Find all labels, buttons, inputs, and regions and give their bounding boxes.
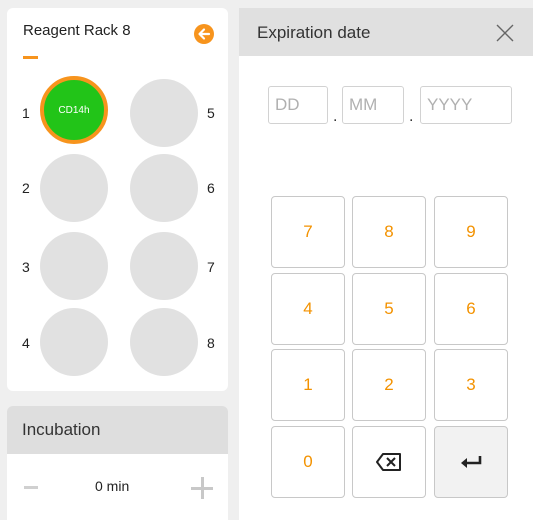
position-number-6: 6: [207, 180, 215, 196]
close-icon[interactable]: [495, 23, 515, 43]
date-separator: .: [409, 108, 414, 125]
key-7[interactable]: 7: [271, 196, 345, 268]
date-separator: .: [333, 108, 338, 125]
position-number-1: 1: [22, 105, 30, 121]
rack-slot-1[interactable]: CD14h: [40, 76, 108, 144]
rack-title: Reagent Rack 8: [23, 22, 131, 39]
enter-icon: [461, 456, 482, 468]
incubation-header: Incubation: [7, 406, 228, 454]
position-number-4: 4: [22, 335, 30, 351]
key-5[interactable]: 5: [352, 273, 426, 345]
position-number-5: 5: [207, 105, 215, 121]
incubation-value: 0 min: [95, 478, 130, 494]
decrease-button[interactable]: [24, 486, 38, 489]
enter-key[interactable]: [434, 426, 508, 498]
key-9[interactable]: 9: [434, 196, 508, 268]
key-2[interactable]: 2: [352, 349, 426, 421]
key-6[interactable]: 6: [434, 273, 508, 345]
day-field[interactable]: DD: [268, 86, 328, 124]
backspace-icon: [376, 453, 401, 471]
slot-reagent-label: CD14h: [58, 104, 90, 116]
back-button[interactable]: [194, 24, 214, 44]
rack-slot-2[interactable]: [40, 154, 108, 222]
plus-icon-vertical: [201, 477, 204, 499]
backspace-key[interactable]: [352, 426, 426, 498]
expiration-date-dialog: Expiration date DD . MM . YYYY 7 8 9 4 5…: [239, 8, 533, 520]
dialog-header: Expiration date: [239, 8, 533, 56]
arrow-left-icon: [198, 28, 211, 40]
rack-slot-7[interactable]: [130, 232, 198, 300]
rack-slot-4[interactable]: [40, 308, 108, 376]
position-number-8: 8: [207, 335, 215, 351]
key-3[interactable]: 3: [434, 349, 508, 421]
key-4[interactable]: 4: [271, 273, 345, 345]
rack-slot-3[interactable]: [40, 232, 108, 300]
reagent-rack-panel: Reagent Rack 8 1 CD14h 2 3 4 5 6 7 8: [7, 8, 228, 391]
active-tab-indicator: [23, 56, 38, 59]
position-number-2: 2: [22, 180, 30, 196]
rack-slot-5[interactable]: [130, 79, 198, 147]
incubation-controls: 0 min: [7, 454, 228, 520]
rack-slot-8[interactable]: [130, 308, 198, 376]
dialog-title: Expiration date: [257, 23, 371, 42]
key-8[interactable]: 8: [352, 196, 426, 268]
month-field[interactable]: MM: [342, 86, 404, 124]
key-0[interactable]: 0: [271, 426, 345, 498]
year-field[interactable]: YYYY: [420, 86, 512, 124]
position-number-7: 7: [207, 259, 215, 275]
rack-slot-6[interactable]: [130, 154, 198, 222]
position-number-3: 3: [22, 259, 30, 275]
key-1[interactable]: 1: [271, 349, 345, 421]
